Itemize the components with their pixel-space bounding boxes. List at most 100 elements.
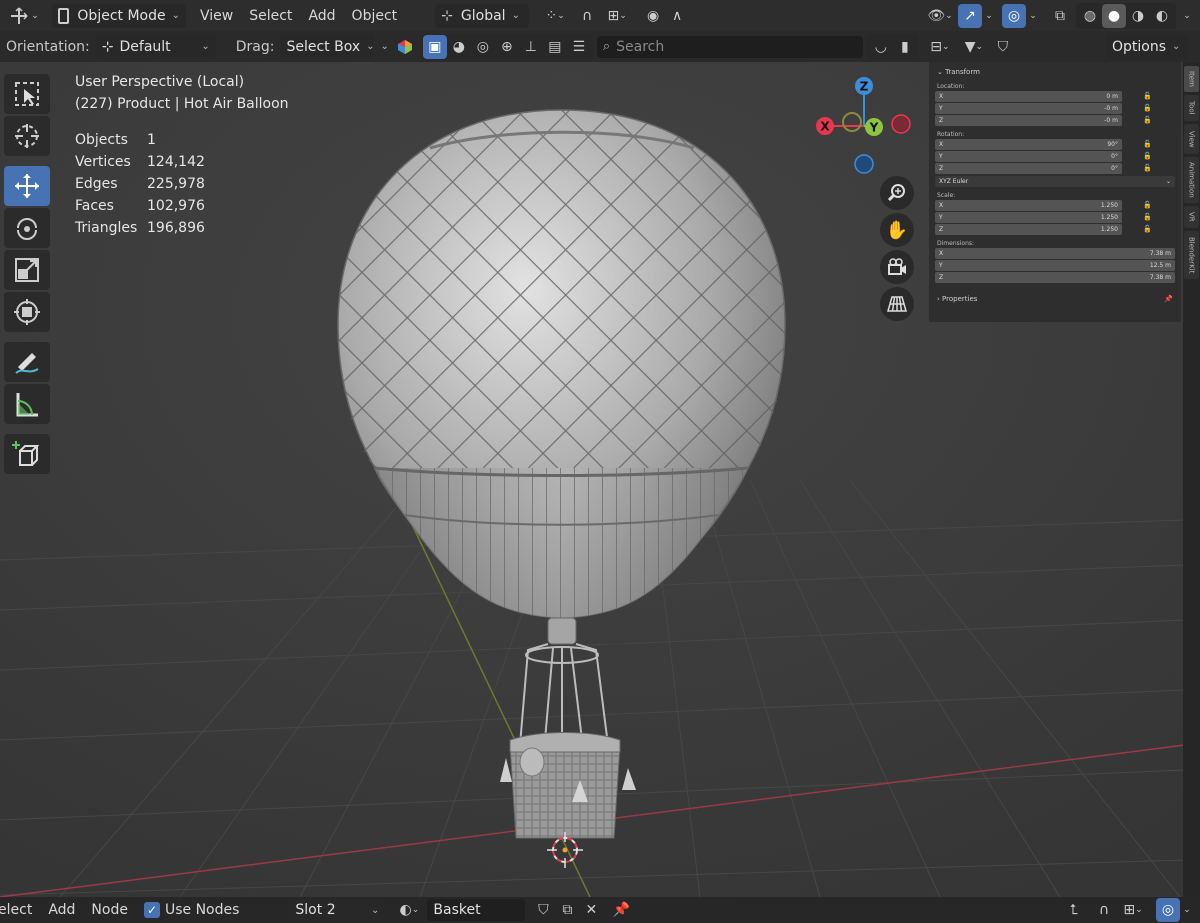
measure-tool[interactable]: [4, 384, 50, 424]
filter-render-icon[interactable]: ⊥: [519, 35, 543, 59]
material-browse-icon[interactable]: ◐ ⌄: [391, 898, 427, 922]
properties-panel-header[interactable]: › Properties 📌: [929, 289, 1181, 305]
lock-icon[interactable]: 🔓: [1122, 225, 1152, 233]
solid-shading-icon[interactable]: ●: [1102, 3, 1126, 28]
tab-tool[interactable]: Tool: [1184, 95, 1199, 121]
rotation-z-field[interactable]: Z 0°: [935, 162, 1122, 174]
falloff-icon[interactable]: ∧: [665, 4, 689, 28]
select-box-icon[interactable]: ▣: [422, 34, 447, 59]
overlays-dropdown-icon[interactable]: ⌄: [1180, 898, 1194, 922]
select-box-tool[interactable]: [4, 74, 50, 114]
slot-dropdown[interactable]: Slot 2 ⌄: [289, 899, 386, 921]
filter-mesh-icon[interactable]: ◕: [447, 35, 471, 59]
material-shading-icon[interactable]: ◑: [1126, 4, 1150, 28]
menu-select[interactable]: Select: [241, 8, 300, 24]
xray-icon[interactable]: ⧉: [1048, 4, 1072, 28]
snap-icon[interactable]: ∩: [1092, 898, 1116, 922]
object-type-filter-icon[interactable]: [393, 35, 417, 59]
add-cube-tool[interactable]: [4, 434, 50, 474]
location-x-field[interactable]: X 0 m: [935, 90, 1122, 102]
menu-view[interactable]: View: [192, 8, 241, 24]
zoom-button[interactable]: [880, 176, 914, 210]
tab-animation[interactable]: Animation: [1184, 157, 1199, 203]
filter-layers-icon[interactable]: ▤: [543, 35, 567, 59]
use-nodes-toggle[interactable]: ✓ Use Nodes: [143, 902, 239, 918]
perspective-toggle-button[interactable]: [880, 287, 914, 321]
rendered-shading-icon[interactable]: ◐: [1150, 4, 1174, 28]
dimensions-y-field[interactable]: Y 12.5 m: [935, 259, 1175, 271]
scale-x-field[interactable]: X 1.250: [935, 199, 1122, 211]
drag-dropdown[interactable]: Select Box ⌄: [280, 34, 375, 59]
lock-icon[interactable]: 🔓: [1122, 201, 1152, 209]
transform-panel-header[interactable]: ⌄ Transform: [929, 62, 1181, 78]
lock-icon[interactable]: 🔓: [1122, 116, 1152, 124]
editor-type-icon[interactable]: ⌄: [4, 4, 44, 28]
menu-add[interactable]: Add: [300, 8, 343, 24]
menu-select[interactable]: elect: [0, 902, 40, 918]
lock-icon[interactable]: 🔓: [1122, 152, 1152, 160]
overlays-dropdown-icon[interactable]: ⌄: [1026, 4, 1040, 28]
annotate-tool[interactable]: [4, 342, 50, 382]
gizmo-dropdown-icon[interactable]: ⌄: [982, 4, 996, 28]
rotate-tool[interactable]: [4, 208, 50, 248]
rotation-y-field[interactable]: Y 0°: [935, 150, 1122, 162]
mode-dropdown[interactable]: Object Mode ⌄: [52, 3, 186, 28]
menu-object[interactable]: Object: [344, 8, 406, 24]
parent-node-tree-icon[interactable]: ⮤: [1062, 898, 1086, 922]
pivot-point-icon[interactable]: ⁘ ⌄: [535, 4, 575, 28]
location-y-field[interactable]: Y -0 m: [935, 102, 1122, 114]
rotation-mode-dropdown[interactable]: XYZ Euler ⌄: [935, 176, 1175, 187]
curve-icon[interactable]: ◡: [869, 35, 893, 59]
duplicate-material-icon[interactable]: ⧉: [555, 898, 579, 922]
transform-orientation-dropdown[interactable]: ⊹ Global ⌄: [435, 3, 530, 28]
shading-dropdown-icon[interactable]: ⌄: [1180, 4, 1194, 28]
lock-icon[interactable]: 🔓: [1122, 92, 1152, 100]
camera-view-button[interactable]: [880, 250, 914, 284]
shield-icon[interactable]: ⛉: [991, 35, 1015, 59]
filter-world-icon[interactable]: ◎: [471, 35, 495, 59]
search-field[interactable]: ⌕ Search: [596, 35, 863, 58]
pin-icon[interactable]: 📌: [609, 898, 633, 922]
material-name-field[interactable]: Basket: [427, 899, 526, 921]
cursor-tool[interactable]: [4, 116, 50, 156]
tab-blenderkit[interactable]: BlenderKit: [1184, 231, 1199, 279]
bookmark-icon[interactable]: ▮: [893, 35, 917, 59]
chevron-down-icon[interactable]: ⌄: [380, 41, 388, 52]
filter-globe-icon[interactable]: ⊕: [495, 35, 519, 59]
scale-tool[interactable]: [4, 250, 50, 290]
navigation-gizmo[interactable]: Z X Y: [810, 72, 920, 182]
search-input[interactable]: Search: [616, 39, 664, 55]
hierarchy-icon[interactable]: ⊟ ⌄: [923, 35, 957, 59]
overlays-icon[interactable]: ◎: [1156, 898, 1180, 922]
lock-icon[interactable]: 🔓: [1122, 164, 1152, 172]
lock-icon[interactable]: 🔓: [1122, 213, 1152, 221]
lock-icon[interactable]: 🔓: [1122, 104, 1152, 112]
lock-icon[interactable]: 🔓: [1122, 140, 1152, 148]
location-z-field[interactable]: Z -0 m: [935, 114, 1122, 126]
tab-view[interactable]: View: [1184, 124, 1199, 154]
dimensions-z-field[interactable]: Z 7.38 m: [935, 271, 1175, 283]
fake-user-shield-icon[interactable]: ⛉: [531, 898, 555, 922]
wireframe-shading-icon[interactable]: ◍: [1078, 4, 1102, 28]
overlays-icon[interactable]: ◎: [1002, 3, 1026, 28]
funnel-filter-icon[interactable]: ▼ ⌄: [957, 35, 991, 59]
dimensions-x-field[interactable]: X 7.38 m: [935, 247, 1175, 259]
pan-button[interactable]: ✋: [880, 213, 914, 247]
filter-list-icon[interactable]: ☰: [567, 35, 591, 59]
visibility-icon[interactable]: 👁 ⌄: [922, 4, 958, 28]
menu-add[interactable]: Add: [40, 902, 83, 918]
pin-icon[interactable]: 📌: [1164, 295, 1173, 303]
proportional-edit-icon[interactable]: ◉: [641, 4, 665, 28]
menu-node[interactable]: Node: [83, 902, 136, 918]
snap-increment-icon[interactable]: ⊞ ⌄: [599, 4, 635, 28]
orientation-default-dropdown[interactable]: ⊹ Default ⌄: [95, 34, 216, 59]
tab-item[interactable]: Item: [1184, 66, 1199, 92]
snap-grid-icon[interactable]: ⊞ ⌄: [1116, 898, 1150, 922]
options-dropdown[interactable]: Options ⌄: [1106, 34, 1188, 59]
rotation-x-field[interactable]: X 90°: [935, 138, 1122, 150]
snap-icon[interactable]: ∩: [575, 4, 599, 28]
scale-y-field[interactable]: Y 1.250: [935, 211, 1122, 223]
close-icon[interactable]: ✕: [579, 898, 603, 922]
transform-tool[interactable]: [4, 292, 50, 332]
move-tool[interactable]: [4, 166, 50, 206]
